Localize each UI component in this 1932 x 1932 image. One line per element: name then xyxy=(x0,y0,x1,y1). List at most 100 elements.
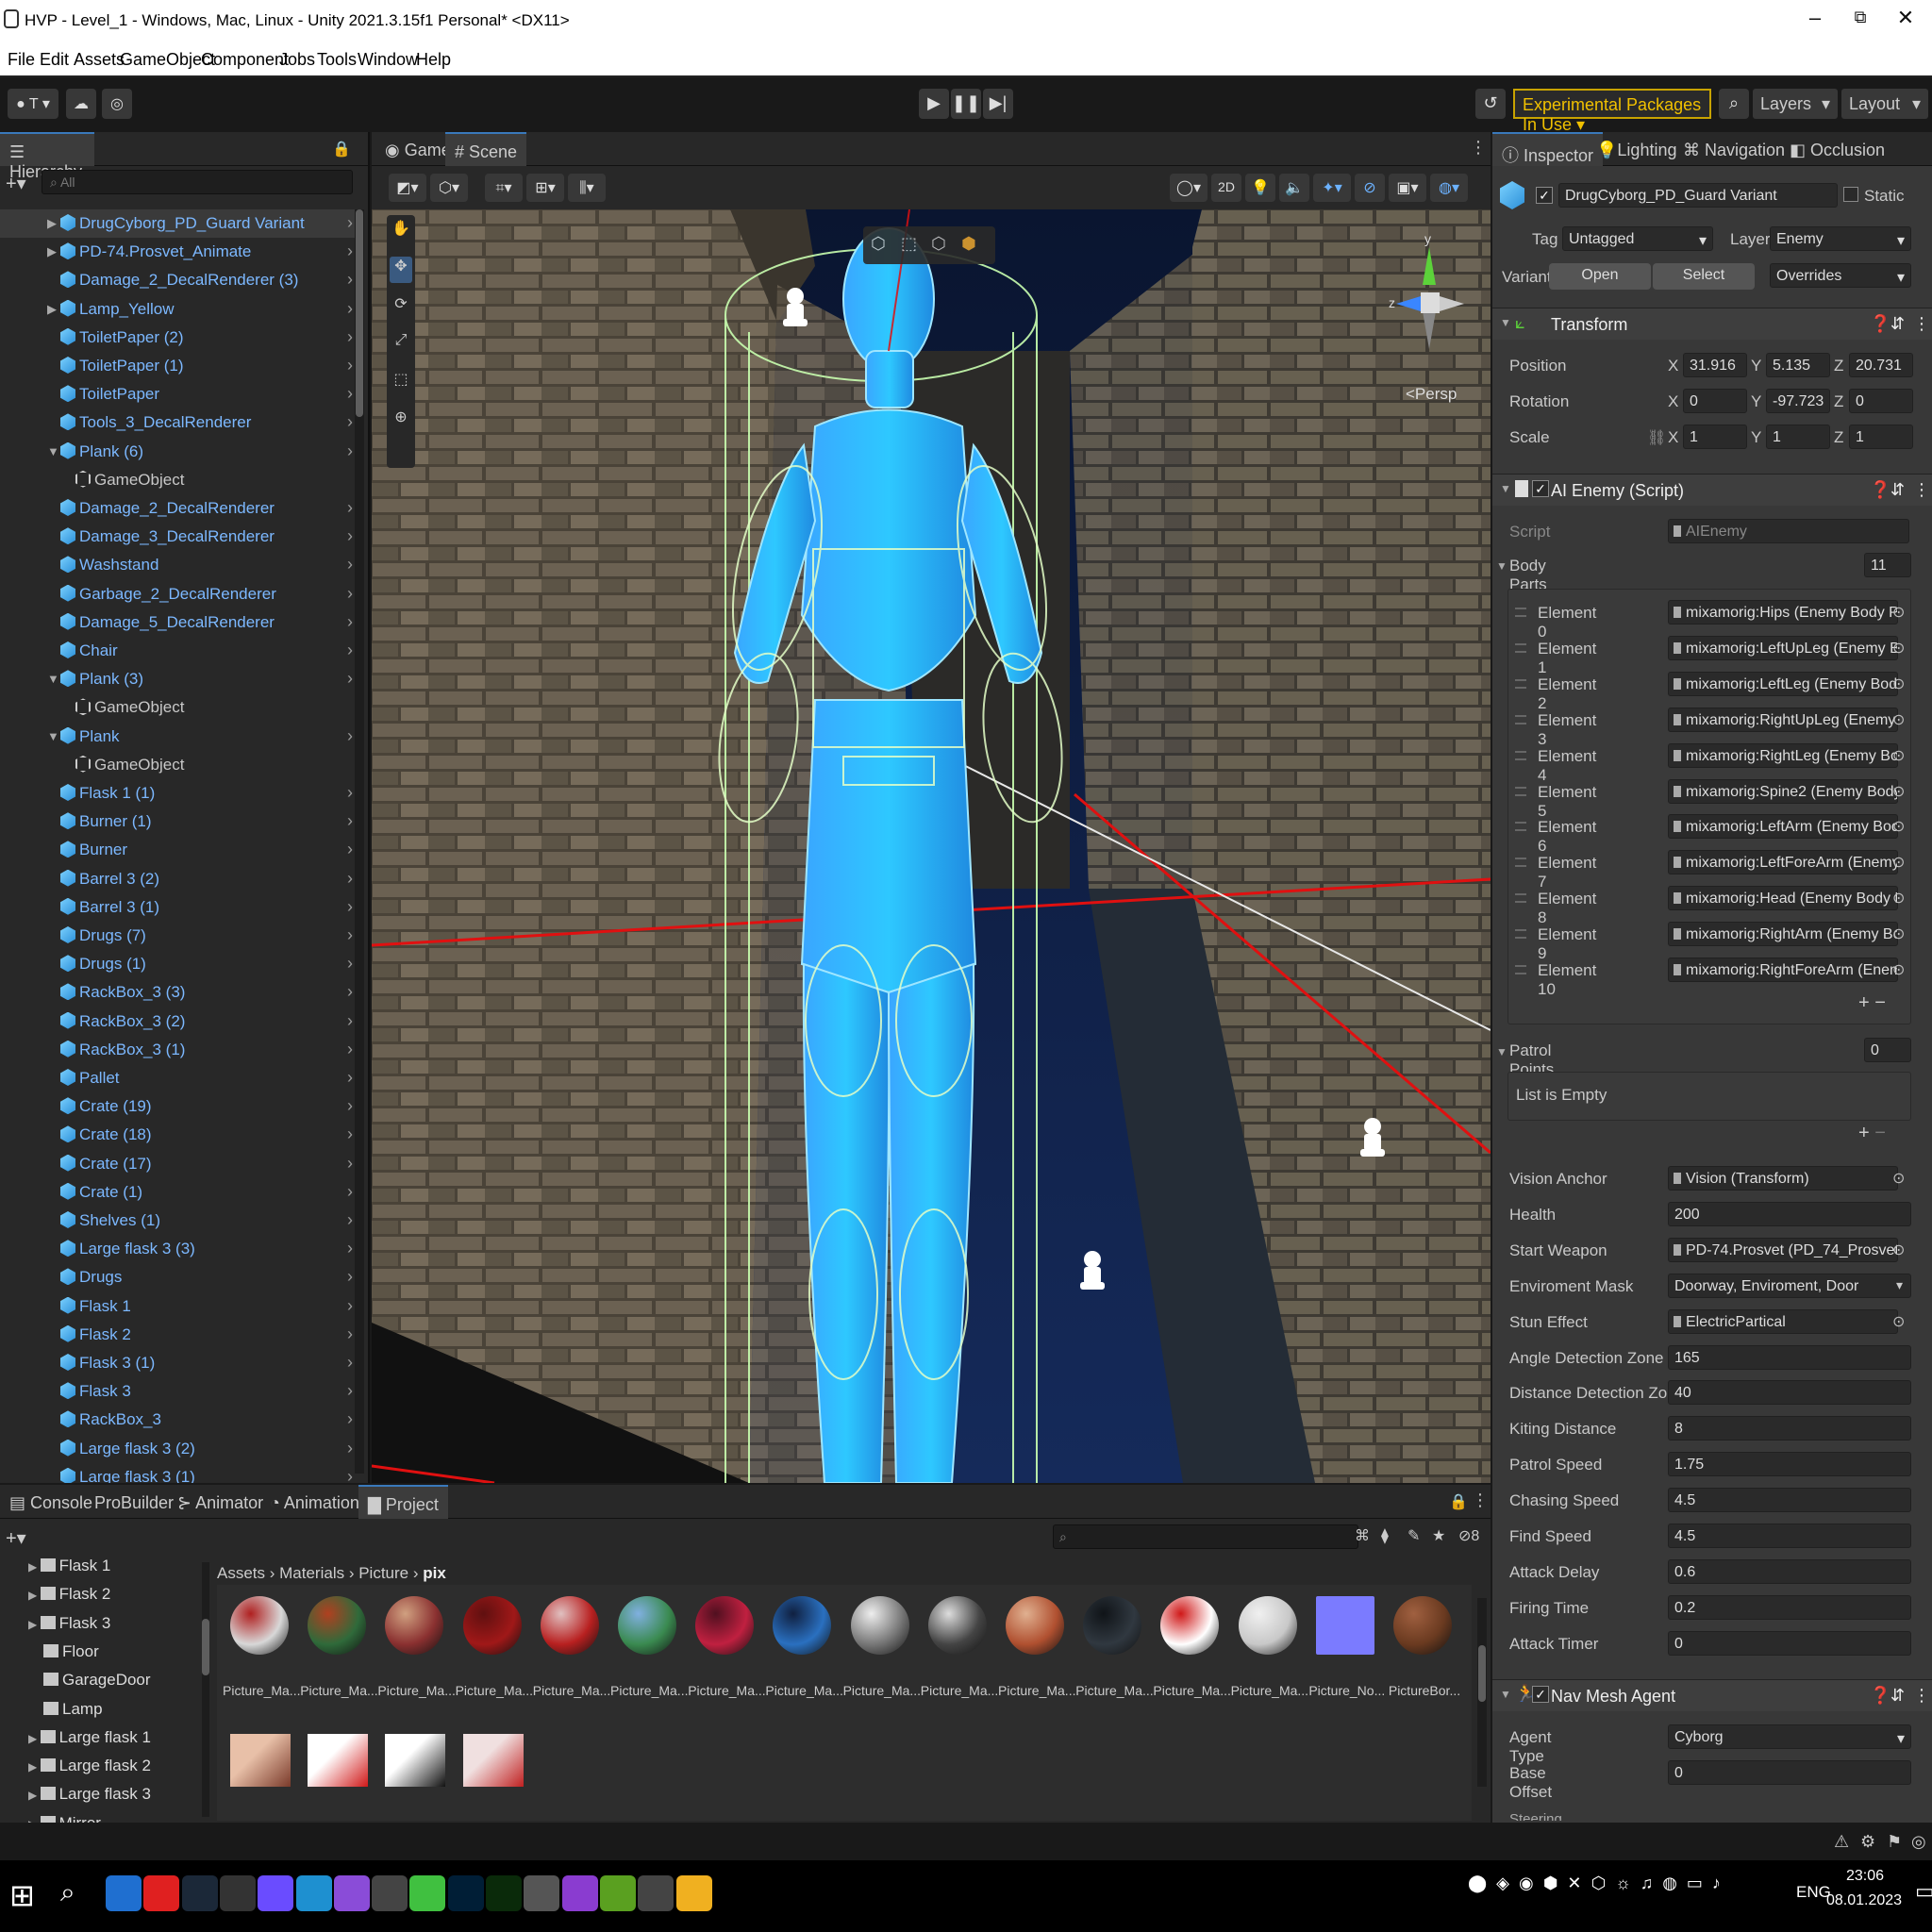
chevron-right-icon[interactable]: › xyxy=(347,384,353,404)
menu-file[interactable]: File xyxy=(8,50,35,70)
constrain-proportions-icon[interactable]: ⛓ xyxy=(1647,428,1666,447)
hierarchy-item[interactable]: GameObject xyxy=(0,751,358,779)
visual-studio-icon[interactable] xyxy=(333,1875,370,1911)
clock-time[interactable]: 23:06 xyxy=(1832,1868,1898,1885)
overrides-dropdown[interactable]: Overrides ▾ xyxy=(1770,263,1911,288)
hidden-packages-toggle[interactable]: ⊘8 xyxy=(1458,1526,1479,1545)
grid-snap-button[interactable]: ⊞▾ xyxy=(526,174,564,202)
project-folder-item[interactable]: ▶ Large flask 1 xyxy=(28,1728,151,1747)
position-z-field[interactable]: 20.731 xyxy=(1849,353,1913,377)
hierarchy-item[interactable]: ToiletPaper (1) › xyxy=(0,352,358,380)
render-mode-button[interactable]: ⬡▾ xyxy=(430,174,468,202)
hierarchy-item[interactable]: Flask 3 (1) › xyxy=(0,1349,358,1377)
element-object-field[interactable]: mixamorig:LeftLeg (Enemy Body Part xyxy=(1668,671,1898,696)
tab-occlusion[interactable]: ◧ Occlusion xyxy=(1780,132,1894,166)
rect-tool-button[interactable]: ⬚ xyxy=(390,370,412,396)
chevron-right-icon[interactable]: › xyxy=(347,1210,353,1230)
step-button[interactable]: ▶| xyxy=(983,89,1013,119)
hierarchy-item[interactable]: GameObject xyxy=(0,466,358,494)
chevron-right-icon[interactable]: › xyxy=(347,1011,353,1031)
project-folder-item[interactable]: ▶ Large flask 3 xyxy=(28,1785,151,1804)
chevron-right-icon[interactable]: › xyxy=(347,584,353,604)
pivot-button[interactable]: ⌗▾ xyxy=(485,174,523,202)
hierarchy-item[interactable]: RackBox_3 › xyxy=(0,1406,358,1434)
epic-games-icon[interactable] xyxy=(219,1875,256,1911)
hierarchy-item[interactable]: Barrel 3 (2) › xyxy=(0,865,358,893)
object-picker-icon[interactable]: ⊙ xyxy=(1892,889,1905,908)
object-picker-icon[interactable]: ⊙ xyxy=(1892,817,1905,836)
hierarchy-item[interactable]: Tools_3_DecalRenderer › xyxy=(0,408,358,437)
element-object-field[interactable]: mixamorig:LeftArm (Enemy Body Par xyxy=(1668,814,1898,840)
rotate-tool-button[interactable]: ⟳ xyxy=(390,294,412,321)
breadcrumb-assets[interactable]: Assets xyxy=(217,1564,265,1582)
collider-edit-icon[interactable]: ⬢ xyxy=(961,234,976,254)
presets-icon[interactable]: ⇵ xyxy=(1890,314,1905,334)
tab-navigation[interactable]: ⌘ Navigation xyxy=(1674,132,1794,166)
object-field[interactable]: PD-74.Prosvet (PD_74_Prosvet) xyxy=(1668,1237,1898,1262)
project-search-input[interactable]: ⌕ xyxy=(1053,1524,1358,1549)
value-field[interactable]: 0 xyxy=(1668,1630,1911,1656)
chevron-right-icon[interactable]: › xyxy=(347,327,353,347)
mask-dropdown[interactable]: Doorway, Enviroment, Door xyxy=(1668,1273,1911,1298)
hierarchy-item[interactable]: Crate (19) › xyxy=(0,1092,358,1121)
pause-button[interactable]: ❚❚ xyxy=(951,89,981,119)
chevron-right-icon[interactable]: › xyxy=(347,1040,353,1059)
twitch-icon[interactable] xyxy=(524,1875,560,1911)
hierarchy-scrollbar[interactable] xyxy=(355,209,364,1474)
position-x-field[interactable]: 31.916 xyxy=(1683,353,1747,377)
discord-icon[interactable] xyxy=(258,1875,294,1911)
clock-date[interactable]: 08.01.2023 xyxy=(1819,1892,1909,1909)
chevron-right-icon[interactable]: › xyxy=(347,783,353,803)
tab-animation[interactable]: ◔ Animation xyxy=(260,1485,369,1519)
expanded-icon[interactable]: ▼ xyxy=(47,444,59,458)
chevron-right-icon[interactable]: › xyxy=(347,982,353,1002)
chevron-right-icon[interactable]: › xyxy=(347,1409,353,1429)
value-field[interactable]: 8 xyxy=(1668,1416,1911,1441)
lock-icon[interactable]: 🔒 xyxy=(332,140,351,158)
texture-asset[interactable] xyxy=(230,1734,291,1787)
search-icon[interactable]: ⌕ xyxy=(60,1877,75,1908)
hierarchy-item[interactable]: Flask 2 › xyxy=(0,1321,358,1349)
hierarchy-item[interactable]: RackBox_3 (3) › xyxy=(0,978,358,1007)
material-asset[interactable]: Picture_Ma... xyxy=(843,1596,921,1698)
material-asset[interactable]: Picture_Ma... xyxy=(300,1596,377,1698)
play-button[interactable]: ▶ xyxy=(919,89,949,119)
texture-asset[interactable] xyxy=(385,1734,446,1787)
xbox-icon[interactable] xyxy=(409,1875,446,1911)
collapsed-icon[interactable]: ▶ xyxy=(28,1560,41,1574)
drag-handle[interactable] xyxy=(1515,750,1526,760)
hierarchy-item[interactable]: Flask 1 › xyxy=(0,1292,358,1321)
chevron-right-icon[interactable]: › xyxy=(347,1239,353,1258)
plus-icon[interactable]: + xyxy=(1858,992,1870,1013)
material-asset[interactable]: Picture_Ma... xyxy=(921,1596,998,1698)
element-object-field[interactable]: mixamorig:RightForeArm (Enemy Boc xyxy=(1668,958,1898,982)
bounds-icon[interactable]: ⬚ xyxy=(901,234,917,254)
transform-header[interactable]: ▼ ⟀ Transform ❓ ⇵ ⋮ xyxy=(1492,308,1932,340)
filter-tag-icon[interactable]: ✎ xyxy=(1407,1526,1420,1545)
nav-mesh-agent-header[interactable]: ▼ 🏃 ✓ Nav Mesh Agent ❓ ⇵ ⋮ xyxy=(1492,1679,1932,1711)
material-asset[interactable]: Picture_Ma... xyxy=(998,1596,1075,1698)
value-field[interactable]: 0.2 xyxy=(1668,1594,1911,1620)
draw-mode-button[interactable]: ◩▾ xyxy=(389,174,426,202)
hierarchy-item[interactable]: Damage_2_DecalRenderer (3) › xyxy=(0,266,358,294)
project-folder-item[interactable]: GarageDoor xyxy=(28,1671,151,1690)
folder-app-icon[interactable] xyxy=(106,1875,142,1911)
filter-label-icon[interactable]: ⧫ xyxy=(1381,1526,1389,1545)
object-picker-icon[interactable]: ⊙ xyxy=(1892,1241,1905,1259)
drag-handle[interactable] xyxy=(1515,822,1526,832)
transform-tool-button[interactable]: ⊕ xyxy=(390,408,412,434)
account-button[interactable]: ● T ▾ xyxy=(8,89,58,119)
chevron-right-icon[interactable]: › xyxy=(347,299,353,319)
material-asset[interactable]: Picture_Ma... xyxy=(688,1596,765,1698)
presets-icon[interactable]: ⇵ xyxy=(1890,1686,1905,1706)
maximize-button[interactable]: ⧉ xyxy=(1841,8,1879,38)
lighting-toggle[interactable]: 💡 xyxy=(1245,174,1275,202)
bug-icon[interactable]: ⚑ xyxy=(1887,1832,1902,1852)
collapse-icon[interactable]: ▼ xyxy=(1496,559,1507,573)
view-tool-button[interactable]: ✋ xyxy=(390,219,412,245)
status-icon[interactable]: ◎ xyxy=(1911,1832,1926,1852)
scale-z-field[interactable]: 1 xyxy=(1849,425,1913,449)
ai-enemy-header[interactable]: ▼ ✓ AI Enemy (Script) ❓ ⇵ ⋮ xyxy=(1492,474,1932,506)
material-asset[interactable]: PictureBor... xyxy=(1389,1596,1460,1698)
hierarchy-item[interactable]: Drugs › xyxy=(0,1263,358,1291)
